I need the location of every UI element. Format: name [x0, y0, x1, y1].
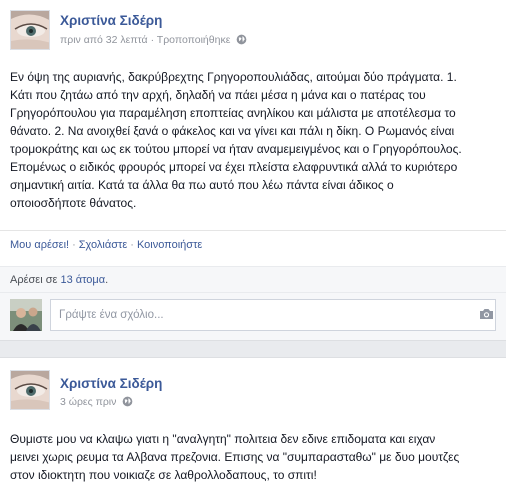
avatar-image: [11, 371, 49, 409]
likes-prefix: Αρέσει σε: [10, 274, 61, 286]
camera-icon[interactable]: [479, 307, 494, 325]
globe-icon[interactable]: [122, 396, 133, 410]
post-meta: 3 ώρες πριν: [60, 396, 133, 410]
post-text-line: Επομένως ο ειδικός φρουρός μπορεί να έχε…: [10, 160, 458, 174]
share-button[interactable]: Κοινοποιήστε: [137, 239, 202, 251]
post-text-line: μεινει χωρις ρευμα τα Αλβανα πρεζονια. Ε…: [10, 450, 460, 464]
post-text-line: στον ιδιοκτητη που νοικιαζε σε λαθρολλοδ…: [10, 468, 317, 482]
post-text-line: τρομοκράτης και ως εκ τούτου μπορεί να ή…: [10, 142, 462, 156]
action-separator: ·: [130, 239, 134, 251]
post-text-line: Θυμιστε μου να κλαψω γιατι η "αναλγητη" …: [10, 432, 436, 446]
post-text-line: Γρηγορόπουλου για παραμέληση εποπτείας α…: [10, 106, 456, 120]
post-text-line: Κάτι που ζητάω από την αρχή, δηλαδή να π…: [10, 88, 426, 102]
commenter-avatar: [10, 299, 42, 331]
post-text: Εν όψη της αυριανής, δακρύβρεχτης Γρηγορ…: [10, 68, 500, 212]
feed-separator: [0, 340, 506, 358]
post-author[interactable]: Χριστίνα Σιδέρη: [60, 376, 162, 391]
likes-summary: Αρέσει σε 13 άτομα.: [0, 266, 506, 292]
commenter-avatar-image: [10, 299, 42, 331]
post-text-line: θάνατο. 2. Να ανοιχθεί ξανά ο φάκελος κα…: [10, 124, 455, 138]
action-separator: ·: [72, 239, 76, 251]
comment-composer: [0, 292, 506, 340]
post-meta: πριν από 32 λεπτά · Τροποποιήθηκε: [60, 34, 247, 48]
post-text: Θυμιστε μου να κλαψω γιατι η "αναλγητη" …: [10, 430, 500, 484]
comment-button[interactable]: Σχολιάστε: [79, 239, 128, 251]
post-text-line: οποιοσδήποτε θάνατος.: [10, 196, 137, 210]
post-1: Χριστίνα Σιδέρη πριν από 32 λεπτά · Τροπ…: [0, 0, 506, 340]
author-avatar[interactable]: [10, 370, 50, 410]
post-2: Χριστίνα Σιδέρη 3 ώρες πριν Θυμιστε μου …: [0, 358, 506, 498]
likes-suffix: .: [105, 274, 109, 286]
avatar-image: [11, 11, 49, 49]
author-avatar[interactable]: [10, 10, 50, 50]
likes-count-link[interactable]: 13 άτομα: [60, 274, 105, 286]
post-edited-label[interactable]: Τροποποιήθηκε: [157, 34, 231, 46]
post-text-line: Εν όψη της αυριανής, δακρύβρεχτης Γρηγορ…: [10, 70, 457, 84]
post-text-line: σημαντική αιτία. Κατά τα άλλα θα πω αυτό…: [10, 178, 394, 192]
post-timestamp[interactable]: 3 ώρες πριν: [60, 396, 116, 408]
post-author[interactable]: Χριστίνα Σιδέρη: [60, 13, 162, 28]
post-timestamp[interactable]: πριν από 32 λεπτά: [60, 34, 148, 46]
like-button[interactable]: Μου αρέσει!: [10, 239, 69, 251]
comment-input[interactable]: [50, 299, 496, 331]
globe-icon[interactable]: [236, 34, 247, 48]
post-actions: Μου αρέσει! · Σχολιάστε · Κοινοποιήστε: [0, 230, 506, 260]
